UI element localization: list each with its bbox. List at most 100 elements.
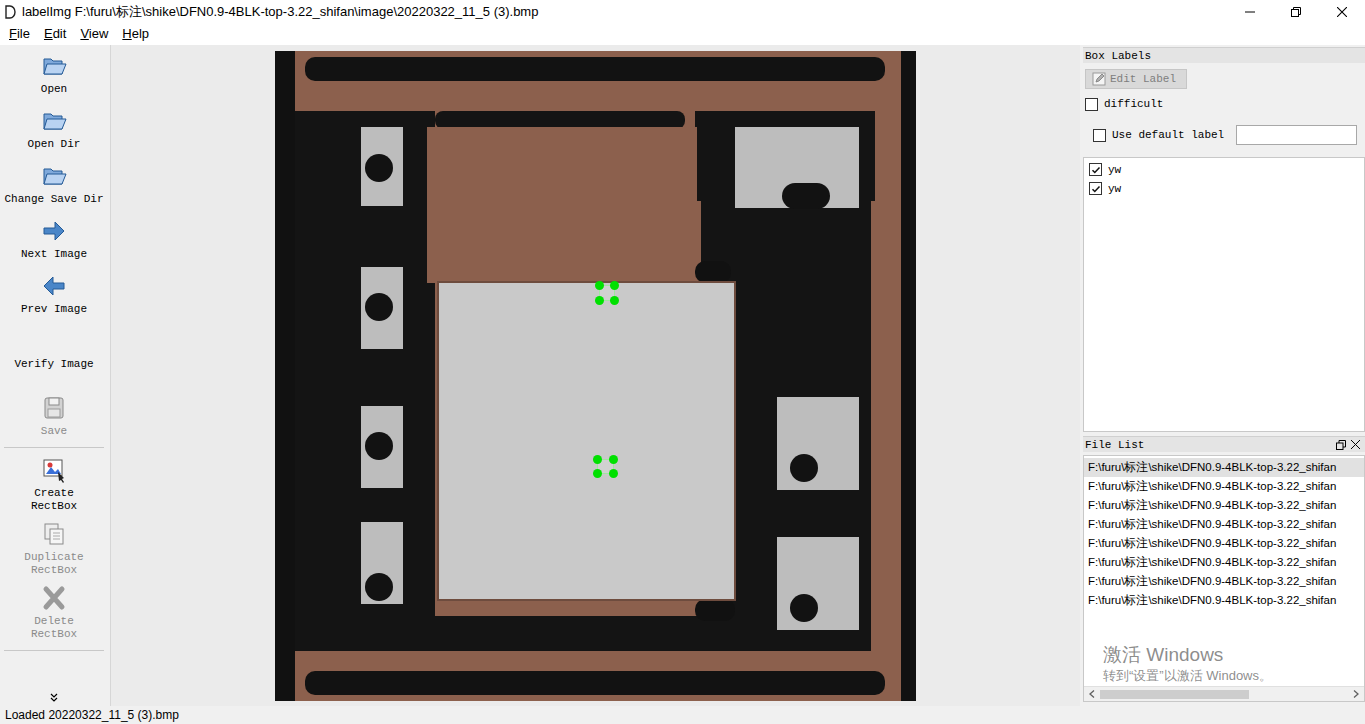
minimize-button[interactable] bbox=[1227, 0, 1273, 23]
check-icon bbox=[1091, 165, 1101, 175]
file-item[interactable]: F:\furu\标注\shike\DFN0.9-4BLK-top-3.22_sh… bbox=[1084, 458, 1364, 477]
restore-button[interactable] bbox=[1273, 0, 1319, 23]
file-item[interactable]: F:\furu\标注\shike\DFN0.9-4BLK-top-3.22_sh… bbox=[1084, 591, 1364, 610]
toolbar-more[interactable] bbox=[0, 693, 108, 706]
checkbox[interactable] bbox=[1085, 98, 1098, 111]
file-item[interactable]: F:\furu\标注\shike\DFN0.9-4BLK-top-3.22_sh… bbox=[1084, 477, 1364, 496]
file-item[interactable]: F:\furu\标注\shike\DFN0.9-4BLK-top-3.22_sh… bbox=[1084, 534, 1364, 553]
file-item[interactable]: F:\furu\标注\shike\DFN0.9-4BLK-top-3.22_sh… bbox=[1084, 572, 1364, 591]
checkbox[interactable] bbox=[1089, 163, 1102, 176]
box-handle[interactable] bbox=[593, 455, 602, 464]
label-list: ywyw bbox=[1083, 157, 1365, 432]
file-list: F:\furu\标注\shike\DFN0.9-4BLK-top-3.22_sh… bbox=[1083, 455, 1365, 702]
close-panel-icon bbox=[1351, 440, 1360, 449]
file-item[interactable]: F:\furu\标注\shike\DFN0.9-4BLK-top-3.22_sh… bbox=[1084, 496, 1364, 515]
toolbar-label: Delete RectBox bbox=[31, 615, 77, 641]
labelimg-window: labelImg F:\furu\标注\shike\DFN0.9-4BLK-to… bbox=[0, 0, 1365, 724]
scroll-left-icon bbox=[1089, 690, 1095, 698]
toolbar-button[interactable]: Open bbox=[0, 45, 108, 100]
float-icon bbox=[1336, 440, 1346, 450]
toolbar-button[interactable]: Duplicate RectBox bbox=[0, 517, 108, 581]
label-item[interactable]: yw bbox=[1087, 179, 1364, 198]
box-labels-header: Box Labels bbox=[1083, 47, 1365, 63]
duplicate-icon bbox=[40, 521, 68, 547]
toolbar-button[interactable]: Prev Image bbox=[0, 265, 108, 320]
scroll-left-button[interactable] bbox=[1084, 687, 1100, 701]
image-frame[interactable] bbox=[275, 51, 916, 701]
toolbar-icon-box bbox=[40, 163, 68, 189]
edit-label-button[interactable]: Edit Label bbox=[1085, 69, 1187, 89]
bounding-box[interactable] bbox=[599, 285, 615, 301]
toolbar-separator bbox=[4, 650, 104, 651]
toolbar-icon-box bbox=[40, 108, 68, 134]
box-handle[interactable] bbox=[610, 296, 619, 305]
toolbar-icon-box bbox=[40, 395, 68, 421]
save-disk-icon bbox=[40, 395, 68, 421]
toolbar-icon-box bbox=[40, 218, 68, 244]
restore-icon bbox=[1291, 7, 1301, 17]
toolbar-icon-box bbox=[40, 328, 68, 354]
default-label-text: Use default label bbox=[1112, 129, 1224, 141]
menu-item[interactable]: Help bbox=[115, 23, 156, 45]
bounding-box[interactable] bbox=[597, 459, 614, 474]
checkbox[interactable] bbox=[1089, 182, 1102, 195]
toolbar-button[interactable]: Open Dir bbox=[0, 100, 108, 155]
chip-photo[interactable] bbox=[275, 51, 916, 701]
arrow-left-icon bbox=[40, 273, 68, 299]
menu-item[interactable]: View bbox=[73, 23, 115, 45]
create-rectbox-icon bbox=[40, 457, 68, 483]
label-item[interactable]: yw bbox=[1087, 160, 1364, 179]
toolbar-button[interactable]: Save bbox=[0, 387, 108, 442]
toolbar-label: Duplicate RectBox bbox=[24, 551, 83, 577]
default-label-row: Use default label bbox=[1083, 119, 1365, 151]
window-controls bbox=[1227, 0, 1365, 23]
horizontal-scrollbar[interactable] bbox=[1084, 686, 1364, 701]
box-handle[interactable] bbox=[609, 469, 618, 478]
box-handle[interactable] bbox=[609, 455, 618, 464]
scroll-right-button[interactable] bbox=[1348, 687, 1364, 701]
toolbar: OpenOpen Dir Change Save Dir Next Image Pre… bbox=[0, 45, 108, 706]
canvas[interactable] bbox=[110, 45, 1080, 706]
scroll-track[interactable] bbox=[1100, 687, 1348, 701]
toolbar-button[interactable]: Change Save Dir bbox=[0, 155, 108, 210]
box-labels-panel: Box Labels Edit Label difficult Use default… bbox=[1083, 45, 1365, 436]
box-handle[interactable] bbox=[595, 296, 604, 305]
delete-icon bbox=[40, 585, 68, 611]
open-folder-icon bbox=[40, 163, 68, 189]
file-item[interactable]: F:\furu\标注\shike\DFN0.9-4BLK-top-3.22_sh… bbox=[1084, 515, 1364, 534]
default-label-input[interactable] bbox=[1236, 125, 1357, 145]
toolbar-icon-box bbox=[40, 585, 68, 611]
more-chevron-icon[interactable] bbox=[49, 693, 59, 703]
toolbar-icon-box bbox=[40, 521, 68, 547]
file-item[interactable]: F:\furu\标注\shike\DFN0.9-4BLK-top-3.22_sh… bbox=[1084, 553, 1364, 572]
close-icon bbox=[1337, 7, 1347, 17]
main-area: OpenOpen Dir Change Save Dir Next Image Pre… bbox=[0, 45, 1365, 706]
pencil-icon bbox=[1092, 72, 1106, 86]
watermark-title: 激活 Windows bbox=[1103, 644, 1272, 666]
menu-bar: FileEditViewHelp bbox=[0, 23, 1365, 45]
toolbar-group: Create RectBox Duplicate RectBox Delete Re… bbox=[0, 453, 108, 645]
checkbox[interactable] bbox=[1093, 129, 1106, 142]
title-bar: labelImg F:\furu\标注\shike\DFN0.9-4BLK-to… bbox=[0, 0, 1365, 23]
box-handle[interactable] bbox=[593, 469, 602, 478]
toolbar-label: Verify Image bbox=[14, 358, 93, 371]
toolbar-button[interactable]: Create RectBox bbox=[0, 453, 108, 517]
scroll-thumb[interactable] bbox=[1100, 690, 1249, 699]
window-title: labelImg F:\furu\标注\shike\DFN0.9-4BLK-to… bbox=[22, 3, 538, 21]
watermark-subtitle: 转到“设置”以激活 Windows。 bbox=[1103, 668, 1272, 684]
app-logo-icon bbox=[4, 5, 16, 19]
box-handle[interactable] bbox=[595, 281, 604, 290]
toolbar-separator bbox=[4, 447, 104, 448]
toolbar-label: Change Save Dir bbox=[4, 193, 103, 206]
close-button[interactable] bbox=[1319, 0, 1365, 23]
toolbar-button[interactable]: Next Image bbox=[0, 210, 108, 265]
box-handle[interactable] bbox=[610, 281, 619, 290]
check-icon bbox=[1091, 184, 1101, 194]
menu-item[interactable]: Edit bbox=[37, 23, 73, 45]
toolbar-button[interactable]: Delete RectBox bbox=[0, 581, 108, 645]
toolbar-button[interactable]: Verify Image bbox=[0, 320, 108, 387]
menu-item[interactable]: File bbox=[2, 23, 37, 45]
toolbar-label: Prev Image bbox=[21, 303, 87, 316]
difficult-checkbox[interactable]: difficult bbox=[1083, 95, 1365, 113]
file-rows: F:\furu\标注\shike\DFN0.9-4BLK-top-3.22_sh… bbox=[1084, 456, 1364, 686]
